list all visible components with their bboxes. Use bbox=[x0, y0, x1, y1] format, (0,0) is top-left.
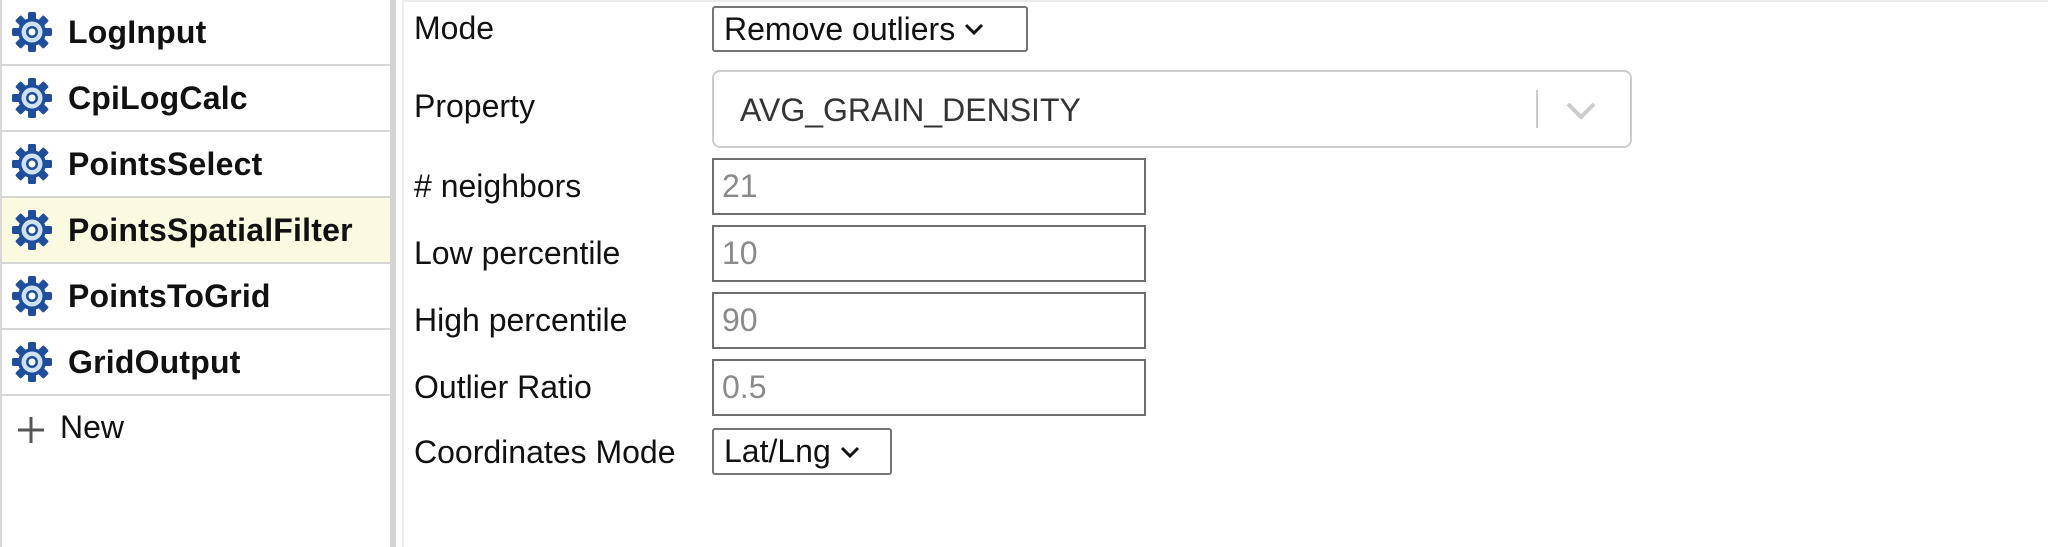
gear-icon bbox=[12, 210, 52, 250]
node-item-label: PointsToGrid bbox=[68, 277, 271, 314]
node-item-cpilogcalc[interactable]: CpiLogCalc bbox=[2, 66, 390, 132]
low-percentile-label: Low percentile bbox=[414, 235, 621, 271]
outlier-ratio-input[interactable]: 0.5 bbox=[712, 359, 1146, 416]
coordinates-mode-select[interactable]: Lat/Lng bbox=[712, 428, 892, 475]
panel-top-border bbox=[404, 0, 2048, 2]
gear-icon bbox=[12, 78, 52, 118]
node-item-pointsspatialfilter[interactable]: PointsSpatialFilter bbox=[2, 198, 390, 264]
node-item-pointstogrid[interactable]: PointsToGrid bbox=[2, 264, 390, 330]
low-percentile-placeholder: 10 bbox=[722, 235, 758, 271]
node-item-label: GridOutput bbox=[68, 343, 241, 380]
mode-label: Mode bbox=[414, 10, 495, 46]
gear-icon bbox=[12, 144, 52, 184]
property-label: Property bbox=[414, 88, 535, 124]
coordinates-mode-value: Lat/Lng bbox=[724, 433, 831, 469]
coordinates-mode-label: Coordinates Mode bbox=[414, 434, 676, 470]
high-percentile-input[interactable]: 90 bbox=[712, 292, 1146, 349]
new-node-button[interactable]: New bbox=[2, 396, 390, 458]
gear-icon bbox=[12, 342, 52, 382]
new-node-label: New bbox=[60, 408, 125, 445]
node-item-label: PointsSelect bbox=[68, 145, 263, 182]
node-item-pointsselect[interactable]: PointsSelect bbox=[2, 132, 390, 198]
app-window: LogInput CpiLogCalc PointsSelect PointsS… bbox=[0, 0, 2048, 547]
neighbors-placeholder: 21 bbox=[722, 168, 758, 204]
combobox-separator bbox=[1536, 90, 1538, 128]
neighbors-input[interactable]: 21 bbox=[712, 158, 1146, 215]
chevron-down-icon bbox=[965, 23, 984, 36]
neighbors-label: # neighbors bbox=[414, 168, 582, 204]
property-value: AVG_GRAIN_DENSITY bbox=[740, 92, 1081, 128]
gear-icon bbox=[12, 12, 52, 52]
gear-icon bbox=[12, 276, 52, 316]
high-percentile-label: High percentile bbox=[414, 302, 628, 338]
property-combobox[interactable]: AVG_GRAIN_DENSITY bbox=[712, 70, 1632, 148]
node-settings-panel: Mode Remove outliers Property AVG_GRAIN_… bbox=[402, 0, 2048, 547]
low-percentile-input[interactable]: 10 bbox=[712, 225, 1146, 282]
outlier-ratio-label: Outlier Ratio bbox=[414, 369, 592, 405]
chevron-down-icon bbox=[840, 446, 859, 458]
outlier-ratio-placeholder: 0.5 bbox=[722, 369, 767, 405]
chevron-down-icon[interactable] bbox=[1564, 100, 1598, 122]
node-item-label: CpiLogCalc bbox=[68, 79, 248, 116]
high-percentile-placeholder: 90 bbox=[722, 302, 758, 338]
plus-icon bbox=[18, 417, 44, 443]
node-item-label: LogInput bbox=[68, 13, 207, 50]
node-item-gridoutput[interactable]: GridOutput bbox=[2, 330, 390, 396]
node-item-label: PointsSpatialFilter bbox=[68, 211, 353, 248]
node-item-loginput[interactable]: LogInput bbox=[2, 0, 390, 66]
node-list-sidebar: LogInput CpiLogCalc PointsSelect PointsS… bbox=[0, 0, 396, 547]
mode-select-value: Remove outliers bbox=[724, 10, 956, 47]
mode-select[interactable]: Remove outliers bbox=[712, 6, 1028, 52]
